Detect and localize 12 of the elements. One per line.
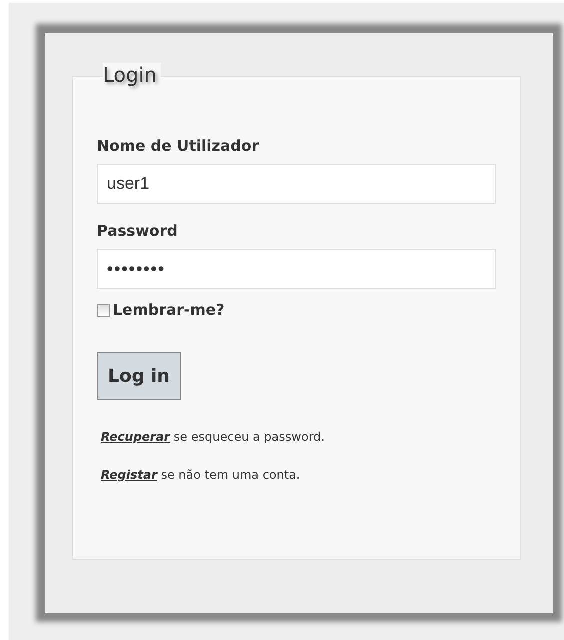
username-field[interactable]: user1 — [97, 164, 496, 204]
text-link[interactable]: Registar — [101, 468, 158, 482]
remember-checkbox[interactable] — [97, 304, 110, 316]
field-label: Nome de Utilizador — [97, 137, 260, 155]
help-text: Registar se não tem uma conta. — [101, 468, 302, 482]
password-field[interactable]: •••••••• — [97, 249, 496, 289]
login-button[interactable]: Log in — [97, 352, 181, 400]
help-text: Recuperar se esqueceu a password. — [101, 430, 326, 444]
checkbox-label: Lembrar-me? — [113, 301, 225, 319]
panel-title: Login — [103, 63, 161, 87]
text-link[interactable]: Recuperar — [101, 430, 170, 444]
field-label: Password — [97, 222, 179, 240]
